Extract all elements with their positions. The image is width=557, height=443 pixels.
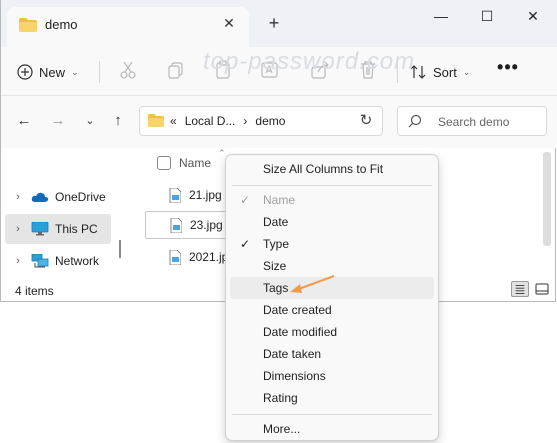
file-name: 23.jpg bbox=[190, 218, 223, 232]
new-label: New bbox=[39, 64, 66, 80]
sidebar-item-label: OneDrive bbox=[55, 190, 106, 204]
expand-chevron-icon[interactable]: › bbox=[5, 191, 31, 203]
image-file-icon bbox=[170, 217, 182, 233]
overflow-chevron[interactable]: « bbox=[170, 114, 177, 128]
vertical-scrollbar[interactable] bbox=[543, 152, 551, 246]
close-window-button[interactable]: ✕ bbox=[515, 4, 551, 28]
close-tab-icon[interactable]: ✕ bbox=[219, 13, 239, 33]
file-row[interactable]: 21.jpg bbox=[145, 181, 235, 209]
cloud-icon bbox=[31, 192, 49, 202]
recent-locations-chevron-icon[interactable]: ⌄ bbox=[79, 110, 101, 132]
item-count: 4 items bbox=[15, 284, 54, 298]
file-row[interactable]: 2021.jpg bbox=[145, 243, 235, 271]
sidebar-item-network[interactable]: › Network bbox=[5, 246, 111, 276]
sidebar-scrollbar[interactable] bbox=[119, 240, 121, 258]
menu-item-date[interactable]: Date bbox=[230, 211, 434, 233]
search-icon bbox=[408, 114, 422, 128]
tab-title: demo bbox=[45, 17, 78, 32]
details-view-icon[interactable] bbox=[511, 281, 529, 297]
sidebar-item-onedrive[interactable]: › OneDrive bbox=[5, 182, 111, 212]
menu-item-name: ✓ Name bbox=[230, 189, 434, 211]
menu-divider bbox=[232, 185, 432, 186]
image-file-icon bbox=[169, 187, 181, 203]
chevron-down-icon: ⌄ bbox=[462, 66, 471, 77]
menu-item-date-taken[interactable]: Date taken bbox=[230, 343, 434, 365]
refresh-icon[interactable]: ↻ bbox=[356, 111, 376, 131]
menu-item-date-modified[interactable]: Date modified bbox=[230, 321, 434, 343]
breadcrumb: « Local D... › demo bbox=[170, 114, 285, 128]
minimize-button[interactable]: — bbox=[423, 4, 459, 28]
new-tab-button[interactable]: + bbox=[263, 12, 285, 34]
monitor-icon bbox=[31, 222, 49, 236]
sidebar-item-label: This PC bbox=[55, 222, 98, 236]
annotation-arrow-icon bbox=[290, 275, 335, 293]
menu-item-more[interactable]: More... bbox=[230, 418, 434, 440]
image-file-icon bbox=[169, 249, 181, 265]
file-name: 21.jpg bbox=[189, 188, 222, 202]
menu-divider bbox=[232, 414, 432, 415]
search-placeholder: Search demo bbox=[438, 115, 510, 129]
sidebar-item-label: Network bbox=[55, 254, 100, 268]
folder-icon bbox=[148, 114, 164, 127]
navigation-bar: ← → ⌄ ↑ « Local D... › demo ↻ Search dem… bbox=[1, 96, 557, 148]
breadcrumb-local-disk[interactable]: Local D... bbox=[185, 114, 236, 128]
tab-demo[interactable]: demo ✕ bbox=[7, 7, 249, 47]
expand-chevron-icon[interactable]: › bbox=[5, 223, 31, 235]
sidebar-item-this-pc[interactable]: › This PC bbox=[5, 214, 111, 244]
navigation-pane: › OneDrive › This PC › Network bbox=[1, 148, 125, 278]
new-button[interactable]: New ⌄ bbox=[17, 59, 79, 85]
title-bar: demo ✕ + — ☐ ✕ bbox=[1, 0, 557, 47]
plus-circle-icon bbox=[17, 64, 33, 80]
sort-caret-icon: ⌃ bbox=[218, 148, 226, 158]
address-bar[interactable]: « Local D... › demo ↻ bbox=[139, 106, 383, 136]
copy-icon[interactable] bbox=[165, 59, 187, 81]
sort-button[interactable]: Sort ⌄ bbox=[409, 59, 470, 85]
divider bbox=[99, 61, 100, 83]
cut-icon[interactable] bbox=[117, 59, 139, 81]
watermark: top-password.com bbox=[203, 48, 416, 75]
menu-item-date-created[interactable]: Date created bbox=[230, 299, 434, 321]
menu-item-type[interactable]: ✓ Type bbox=[230, 233, 434, 255]
search-box[interactable]: Search demo bbox=[397, 106, 547, 136]
breadcrumb-demo[interactable]: demo bbox=[255, 114, 285, 128]
more-options-button[interactable]: ••• bbox=[497, 57, 519, 81]
select-all-checkbox[interactable] bbox=[157, 156, 171, 170]
forward-arrow-icon[interactable]: → bbox=[47, 110, 69, 132]
menu-item-rating[interactable]: Rating bbox=[230, 387, 434, 409]
check-icon: ✓ bbox=[240, 193, 251, 207]
column-header-name[interactable]: Name bbox=[179, 156, 211, 170]
chevron-down-icon: ⌄ bbox=[71, 66, 79, 77]
back-arrow-icon[interactable]: ← bbox=[13, 110, 35, 132]
tiles-view-icon[interactable] bbox=[533, 281, 551, 297]
sort-label: Sort bbox=[433, 64, 457, 80]
breadcrumb-separator: › bbox=[243, 114, 248, 128]
maximize-button[interactable]: ☐ bbox=[469, 4, 505, 28]
check-icon: ✓ bbox=[240, 237, 251, 251]
network-icon bbox=[31, 254, 49, 268]
menu-item-size-all-columns[interactable]: Size All Columns to Fit bbox=[230, 158, 434, 180]
folder-icon bbox=[19, 18, 37, 32]
menu-item-dimensions[interactable]: Dimensions bbox=[230, 365, 434, 387]
up-arrow-icon[interactable]: ↑ bbox=[107, 110, 129, 132]
expand-chevron-icon[interactable]: › bbox=[5, 255, 31, 267]
